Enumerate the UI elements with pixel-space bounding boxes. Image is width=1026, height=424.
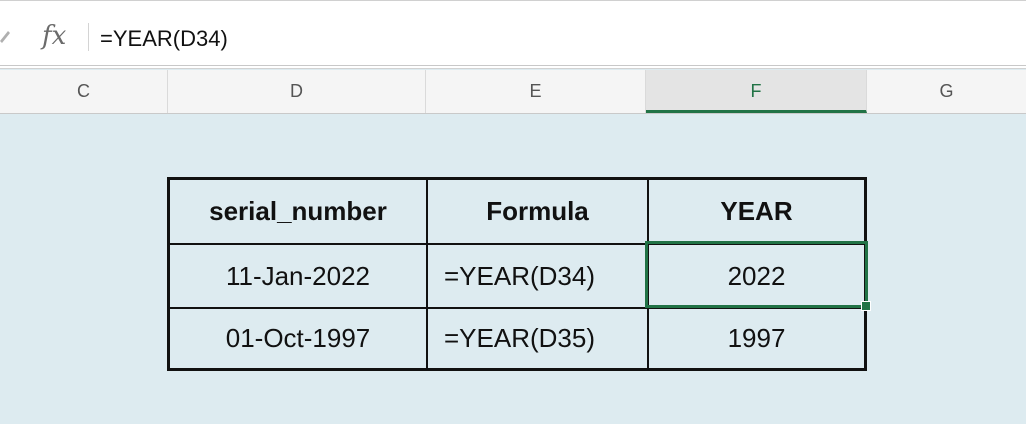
cell-formula[interactable]: =YEAR(D35) (428, 309, 647, 368)
column-header-e[interactable]: E (426, 70, 646, 113)
column-header-g[interactable]: G (867, 70, 1026, 113)
formula-bar: fx =YEAR(D34) (0, 0, 1026, 66)
cell-serial-number[interactable]: 11-Jan-2022 (170, 245, 426, 307)
cell-formula[interactable]: =YEAR(D34) (428, 245, 647, 307)
formula-input[interactable]: =YEAR(D34) (100, 25, 228, 53)
header-year[interactable]: YEAR (649, 180, 864, 243)
edit-pencil-icon[interactable] (0, 29, 10, 43)
header-formula[interactable]: Formula (428, 180, 647, 243)
fill-handle[interactable] (861, 301, 871, 311)
column-header-c[interactable]: C (0, 70, 168, 113)
formula-bar-divider (88, 23, 89, 51)
header-serial-number[interactable]: serial_number (170, 180, 426, 243)
fx-icon[interactable]: fx (42, 21, 66, 51)
column-header-d[interactable]: D (168, 70, 426, 113)
cell-year[interactable]: 1997 (649, 309, 864, 368)
data-table: serial_number Formula YEAR 11-Jan-2022 =… (167, 177, 867, 371)
column-headers: C D E F G (0, 70, 1026, 114)
cell-serial-number[interactable]: 01-Oct-1997 (170, 309, 426, 368)
cell-year[interactable]: 2022 (649, 245, 864, 307)
column-header-f[interactable]: F (646, 70, 867, 113)
formula-bar-separator (0, 66, 1026, 69)
